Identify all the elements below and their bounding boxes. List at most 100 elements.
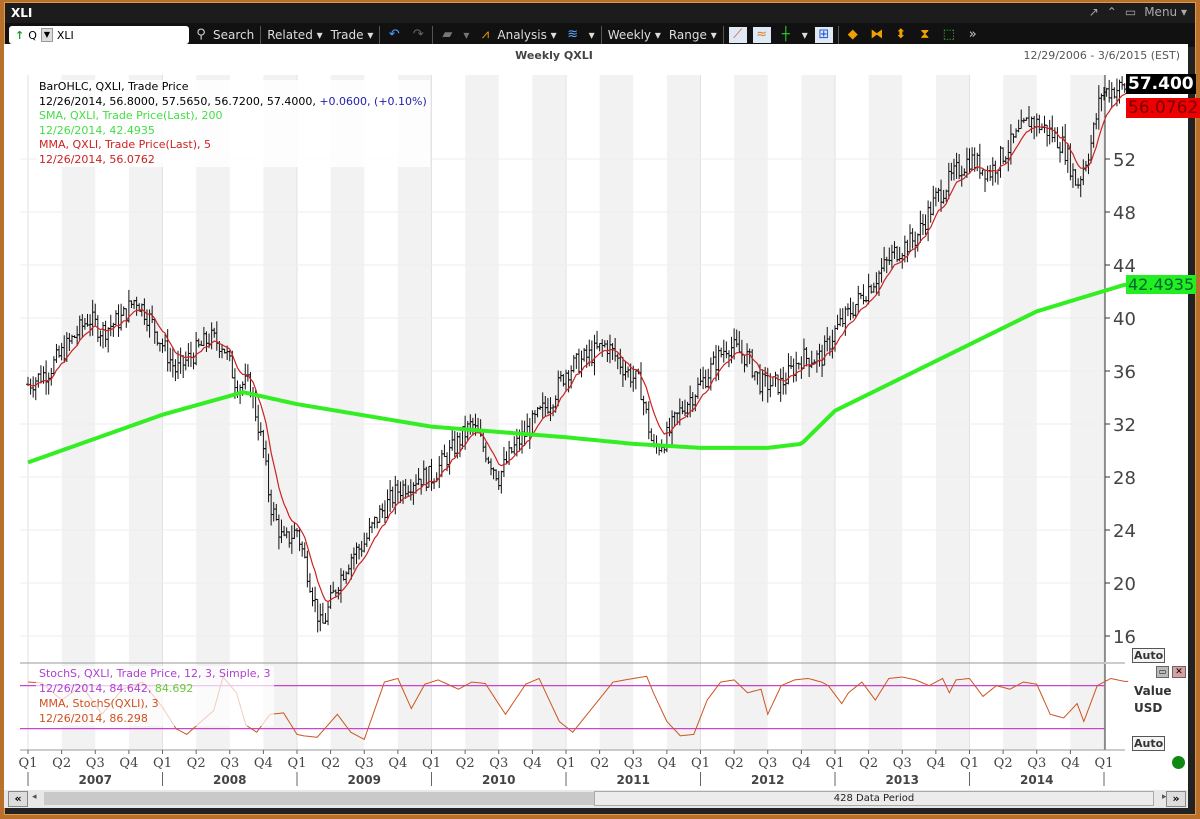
year-label: 2013 xyxy=(886,773,919,787)
price-bar xyxy=(256,404,261,441)
symbol-input[interactable]: ↑ Q ▼ XLI xyxy=(9,26,189,44)
quarter-label: Q2 xyxy=(52,756,71,771)
price-bar xyxy=(864,296,869,303)
year-label: 2007 xyxy=(79,773,112,787)
folder-dropdown-icon[interactable]: ▾ xyxy=(459,28,473,42)
search-button[interactable]: Search xyxy=(213,28,258,42)
price-bar xyxy=(46,372,51,395)
minimize-pane-icon[interactable]: ▭ xyxy=(1156,666,1169,678)
price-bar xyxy=(364,532,369,548)
range-menu[interactable]: Range ▾ xyxy=(665,28,721,42)
price-bar xyxy=(36,373,41,388)
quarter-label: Q1 xyxy=(153,756,172,771)
price-bar xyxy=(372,516,377,529)
price-bar xyxy=(794,351,799,382)
symbol-value[interactable]: XLI xyxy=(57,29,74,42)
price-bar xyxy=(641,395,646,416)
studies-dropdown-icon[interactable]: ▾ xyxy=(585,28,599,42)
year-label: 2011 xyxy=(617,773,650,787)
quarter-label: Q3 xyxy=(758,756,777,771)
price-bar xyxy=(858,292,863,300)
price-bar xyxy=(44,360,49,395)
search-icon[interactable]: ⚲ xyxy=(192,27,210,43)
quarter-label: Q3 xyxy=(1027,756,1046,771)
price-bar xyxy=(789,355,794,370)
price-bar xyxy=(778,368,783,402)
price-axis-auto-button[interactable]: Auto xyxy=(1132,648,1166,663)
last-price-tag: 57.400 xyxy=(1126,74,1196,94)
price-bar xyxy=(923,214,928,235)
price-bar xyxy=(592,334,597,376)
price-bar xyxy=(711,351,716,365)
price-bar xyxy=(390,486,395,508)
price-bar xyxy=(447,440,452,475)
price-bar xyxy=(838,308,843,327)
select-cursor-icon[interactable]: ⬚ xyxy=(940,27,958,43)
collapse-icon[interactable]: ⌃ xyxy=(1107,5,1117,19)
price-tick-label: 48 xyxy=(1113,203,1136,224)
crosshair-icon[interactable]: ┼ xyxy=(777,27,795,43)
year-label: 2009 xyxy=(348,773,381,787)
price-bar xyxy=(646,401,651,440)
price-tick-label: 40 xyxy=(1113,309,1136,330)
price-bar xyxy=(501,446,506,478)
quarter-label: Q2 xyxy=(321,756,340,771)
redo-icon[interactable]: ↷ xyxy=(409,27,427,43)
stoch-mma-value: 12/26/2014, 86.298 xyxy=(39,712,148,725)
close-pane-icon[interactable]: ✕ xyxy=(1172,666,1186,678)
quarter-label: Q2 xyxy=(725,756,744,771)
price-bar xyxy=(188,341,193,367)
price-bar xyxy=(998,145,1003,178)
price-bar xyxy=(576,348,581,374)
price-bar xyxy=(1120,76,1125,90)
legend-mma-title: MMA, QXLI, Trade Price(Last), 5 xyxy=(39,138,211,151)
trade-menu[interactable]: Trade ▾ xyxy=(327,28,378,42)
price-bar xyxy=(385,489,390,519)
scroll-start-button[interactable]: « xyxy=(8,791,28,807)
undo-icon[interactable]: ↶ xyxy=(385,27,403,43)
price-bar xyxy=(178,347,183,374)
chart-area[interactable]: Weekly QXLI 12/29/2006 - 3/6/2015 (EST) … xyxy=(4,44,1200,790)
quarter-label: Q4 xyxy=(792,756,811,771)
maximize-icon[interactable]: ▭ xyxy=(1125,5,1136,19)
quarter-label: Q1 xyxy=(1095,756,1114,771)
popout-icon[interactable]: ↗ xyxy=(1089,5,1099,19)
expand-horizontal-icon[interactable]: ◆ xyxy=(844,27,862,43)
price-bar xyxy=(432,478,437,490)
analysis-menu[interactable]: Analysis ▾ xyxy=(497,28,560,42)
periodicity-menu[interactable]: Weekly ▾ xyxy=(604,28,665,42)
price-bar xyxy=(985,165,990,182)
scroll-thumb[interactable]: 428 Data Period xyxy=(594,791,1154,806)
related-menu[interactable]: Related ▾ xyxy=(263,28,326,42)
price-bar xyxy=(724,341,729,359)
price-bar xyxy=(980,169,985,176)
price-bar xyxy=(845,303,850,317)
price-bar xyxy=(251,386,256,409)
mma-price-tag: 56.0762 xyxy=(1126,98,1200,118)
folder-icon[interactable]: ▰ xyxy=(438,27,456,43)
compress-horizontal-icon[interactable]: ⧓ xyxy=(868,27,886,43)
line-chart-icon[interactable]: ⟋ xyxy=(728,27,747,43)
expand-vertical-icon[interactable]: ⬍ xyxy=(892,27,910,43)
symbol-dropdown[interactable]: ▼ xyxy=(40,28,53,42)
scroll-left-icon[interactable]: ◂ xyxy=(32,792,37,802)
menu-button[interactable]: Menu ▾ xyxy=(1144,5,1187,19)
stoch-axis-auto-button[interactable]: Auto xyxy=(1132,736,1166,751)
quarter-band xyxy=(1003,75,1037,750)
price-bar xyxy=(367,517,372,541)
scroll-end-button[interactable]: » xyxy=(1166,791,1186,807)
price-bar xyxy=(375,516,380,529)
zoom-box-icon[interactable]: ⊞ xyxy=(814,27,833,43)
price-bar xyxy=(848,297,853,321)
horizontal-scrollbar[interactable]: « ◂ 428 Data Period ▸ » xyxy=(4,790,1188,808)
crosshair-dropdown-icon[interactable]: ▾ xyxy=(798,28,812,42)
compare-chart-icon[interactable]: ≈ xyxy=(752,27,771,43)
more-icon[interactable]: » xyxy=(964,27,982,43)
price-bar xyxy=(181,355,186,379)
price-bar xyxy=(310,587,315,607)
price-bar xyxy=(988,164,993,181)
compress-vertical-icon[interactable]: ⧗ xyxy=(916,27,934,43)
price-bar xyxy=(1047,119,1052,145)
studies-icon[interactable]: ≋ xyxy=(564,27,582,43)
title-bar: XLI ↗ ⌃ ▭ Menu ▾ xyxy=(5,3,1195,23)
